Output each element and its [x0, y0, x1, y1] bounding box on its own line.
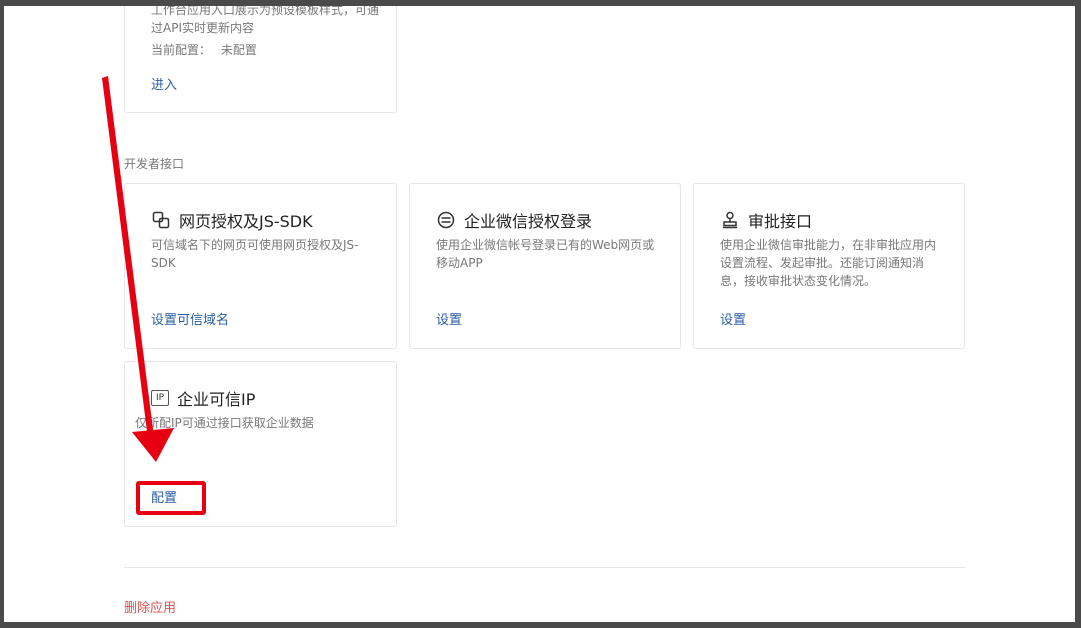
web-auth-title-text: 网页授权及JS-SDK	[179, 212, 313, 231]
wecom-login-desc: 使用企业微信帐号登录已有的Web网页或移动APP	[436, 238, 655, 270]
approval-api-card: 审批接口 使用企业微信审批能力，在非审批应用内设置流程、发起审批。还能订阅通知消…	[693, 183, 965, 349]
wecom-login-card: 企业微信授权登录 使用企业微信帐号登录已有的Web网页或移动APP 设置	[409, 183, 681, 349]
wecom-login-settings-link[interactable]: 设置	[436, 309, 462, 328]
config-value: 未配置	[220, 43, 257, 57]
wecom-login-title-text: 企业微信授权登录	[464, 212, 593, 231]
enter-link[interactable]: 进入	[151, 74, 177, 93]
link-icon	[151, 210, 171, 230]
approval-api-desc: 使用企业微信审批能力，在非审批应用内设置流程、发起审批。还能订阅通知消息，接收审…	[720, 238, 937, 288]
approval-api-settings-link[interactable]: 设置	[720, 309, 746, 328]
workbench-config-row: 当前配置： 未配置	[151, 41, 257, 58]
delete-app-link[interactable]: 删除应用	[124, 597, 176, 616]
annotation-highlight-box	[136, 481, 206, 515]
approval-api-title-text: 审批接口	[748, 212, 813, 231]
approval-api-title: 审批接口	[720, 208, 812, 232]
web-auth-desc: 可信域名下的网页可使用网页授权及JS-SDK	[151, 238, 359, 270]
wecom-login-title: 企业微信授权登录	[436, 208, 592, 232]
config-label: 当前配置：	[151, 43, 212, 57]
web-auth-title: 网页授权及JS-SDK	[151, 208, 313, 232]
trusted-ip-desc: 仅所配IP可通过接口获取企业数据	[135, 416, 314, 430]
set-trusted-domain-link[interactable]: 设置可信域名	[151, 309, 229, 328]
section-divider	[124, 567, 965, 568]
stamp-icon	[720, 210, 740, 230]
workbench-card-desc: 工作台应用入口展示为预设模板样式，可通过API实时更新内容	[151, 3, 380, 35]
trusted-ip-title-text: 企业可信IP	[177, 390, 256, 409]
trusted-ip-title: IP 企业可信IP	[151, 386, 255, 410]
web-auth-card: 网页授权及JS-SDK 可信域名下的网页可使用网页授权及JS-SDK 设置可信域…	[124, 183, 397, 349]
developer-section-label: 开发者接口	[124, 157, 185, 171]
ip-icon: IP	[151, 390, 169, 406]
workbench-card: 工作台应用入口展示为预设模板样式，可通过API实时更新内容 当前配置： 未配置 …	[124, 0, 397, 113]
exchange-icon	[436, 210, 456, 230]
